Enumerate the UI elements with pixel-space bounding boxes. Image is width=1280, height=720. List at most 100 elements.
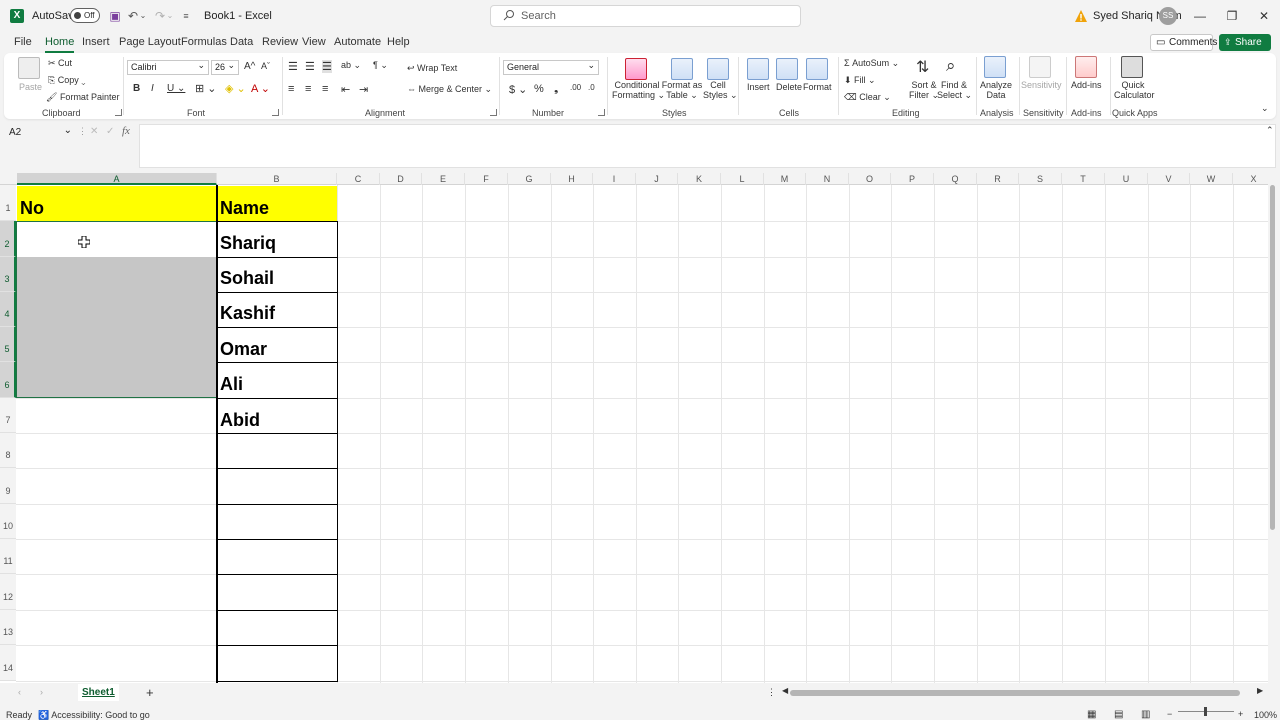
align-middle-icon[interactable]: ☰: [305, 60, 315, 73]
redo-dropdown-icon[interactable]: ⌄: [166, 8, 174, 24]
copy-button[interactable]: ⎘ Copy ⌄: [48, 75, 85, 86]
column-header-u[interactable]: U: [1105, 173, 1148, 185]
quick-calculator-button[interactable]: Quick Calculator: [1114, 80, 1155, 100]
save-icon[interactable]: ▣: [107, 8, 123, 24]
find-select-button[interactable]: Find & Select ⌄: [937, 80, 972, 101]
align-center-icon[interactable]: ≡: [305, 83, 311, 95]
insert-cells-icon[interactable]: [747, 58, 769, 80]
format-cells-icon[interactable]: [806, 58, 828, 80]
zoom-in-icon[interactable]: +: [1238, 706, 1243, 720]
column-header-f[interactable]: F: [465, 173, 508, 185]
column-header-l[interactable]: L: [721, 173, 764, 185]
ribbon-collapse-icon[interactable]: ⌄: [1261, 103, 1269, 114]
page-layout-view-icon[interactable]: ▤: [1114, 706, 1123, 720]
tab-file[interactable]: File: [14, 36, 32, 48]
column-header-i[interactable]: I: [593, 173, 636, 185]
insert-cells-button[interactable]: Insert: [747, 82, 770, 92]
column-header-c[interactable]: C: [337, 173, 380, 185]
column-header-q[interactable]: Q: [934, 173, 977, 185]
clear-button[interactable]: ⌫ Clear ⌄: [844, 92, 891, 103]
font-size-select[interactable]: 26: [211, 59, 239, 75]
format-cells-button[interactable]: Format: [803, 82, 832, 92]
row-header-7[interactable]: 7: [0, 398, 16, 433]
page-break-view-icon[interactable]: ▥: [1141, 706, 1150, 720]
column-header-b[interactable]: B: [217, 173, 337, 185]
column-header-x[interactable]: X: [1233, 173, 1268, 185]
increase-font-icon[interactable]: A^: [244, 61, 255, 72]
column-header-h[interactable]: H: [551, 173, 593, 185]
zoom-out-icon[interactable]: −: [1167, 706, 1172, 720]
italic-icon[interactable]: I: [151, 83, 154, 94]
increase-indent-icon[interactable]: ⇥: [359, 83, 368, 96]
decrease-indent-icon[interactable]: ⇤: [341, 83, 350, 96]
column-header-d[interactable]: D: [380, 173, 422, 185]
row-header-8[interactable]: 8: [0, 433, 16, 468]
horizontal-scrollbar[interactable]: [790, 690, 1240, 696]
column-header-n[interactable]: N: [806, 173, 849, 185]
font-color-icon[interactable]: A ⌄: [251, 82, 270, 95]
cell-b2[interactable]: Shariq: [217, 226, 276, 260]
analyze-data-button[interactable]: Analyze Data: [980, 80, 1012, 100]
format-painter-button[interactable]: 🖌 Format Painter: [46, 92, 119, 103]
tab-page-layout[interactable]: Page Layout: [119, 36, 181, 48]
row-header-2[interactable]: 2: [0, 221, 16, 257]
next-sheet-icon[interactable]: ›: [40, 687, 43, 697]
column-header-s[interactable]: S: [1019, 173, 1062, 185]
row-header-6[interactable]: 6: [0, 362, 16, 398]
fill-button[interactable]: ⬇ Fill ⌄: [844, 75, 876, 86]
conditional-formatting-icon[interactable]: [625, 58, 647, 80]
analyze-data-icon[interactable]: [984, 56, 1006, 78]
scroll-right-icon[interactable]: ▶: [1257, 686, 1263, 695]
minimize-icon[interactable]: —: [1190, 6, 1210, 26]
decrease-font-icon[interactable]: Aˇ: [261, 61, 270, 71]
add-ins-icon[interactable]: [1075, 56, 1097, 78]
scroll-left-icon[interactable]: ◀: [782, 686, 788, 695]
customize-toolbar-icon[interactable]: ≡: [178, 8, 194, 24]
tab-help[interactable]: Help: [387, 36, 410, 48]
format-as-table-button[interactable]: Format as Table ⌄: [661, 80, 703, 101]
column-header-j[interactable]: J: [636, 173, 678, 185]
vertical-scrollbar[interactable]: [1270, 185, 1275, 530]
bold-icon[interactable]: B: [133, 83, 140, 94]
splitter-icon[interactable]: ⋮: [767, 687, 776, 698]
sort-filter-button[interactable]: Sort & Filter ⌄: [908, 80, 940, 101]
conditional-formatting-button[interactable]: Conditional Formatting ⌄: [612, 80, 665, 101]
align-top-icon[interactable]: ☰: [288, 60, 298, 73]
warning-icon[interactable]: [1074, 9, 1088, 23]
row-header-4[interactable]: 4: [0, 292, 16, 327]
row-header-12[interactable]: 12: [0, 574, 16, 610]
share-button[interactable]: Share: [1219, 34, 1271, 51]
calculator-icon[interactable]: [1121, 56, 1143, 78]
paste-icon[interactable]: [18, 57, 40, 79]
number-format-select[interactable]: General: [503, 59, 599, 75]
rtl-icon[interactable]: ¶ ⌄: [373, 60, 388, 71]
cell-b4[interactable]: Kashif: [217, 296, 275, 330]
column-header-o[interactable]: O: [849, 173, 891, 185]
tab-home[interactable]: Home: [45, 36, 75, 53]
cell-b1[interactable]: Name: [217, 191, 269, 225]
column-header-a[interactable]: A: [17, 173, 217, 185]
cell-b7[interactable]: Abid: [217, 403, 260, 437]
merge-center-button[interactable]: ⇔ Merge & Center ⌄: [407, 84, 492, 95]
alignment-launcher-icon[interactable]: [490, 109, 497, 116]
column-header-e[interactable]: E: [422, 173, 465, 185]
tab-automate[interactable]: Automate: [334, 36, 381, 48]
cell-styles-icon[interactable]: [707, 58, 729, 80]
close-icon[interactable]: ✕: [1254, 6, 1274, 26]
align-right-icon[interactable]: ≡: [322, 83, 328, 95]
tab-data[interactable]: Data: [230, 36, 253, 48]
tab-review[interactable]: Review: [262, 36, 298, 48]
column-header-m[interactable]: M: [764, 173, 806, 185]
row-header-14[interactable]: 14: [0, 645, 16, 681]
fill-color-icon[interactable]: ◈ ⌄: [225, 82, 246, 95]
clipboard-launcher-icon[interactable]: [115, 109, 122, 116]
underline-icon[interactable]: U ⌄: [167, 83, 185, 94]
font-name-select[interactable]: Calibri: [127, 59, 209, 75]
column-header-t[interactable]: T: [1062, 173, 1105, 185]
column-header-w[interactable]: W: [1190, 173, 1233, 185]
zoom-slider-thumb[interactable]: [1204, 707, 1207, 716]
font-launcher-icon[interactable]: [272, 109, 279, 116]
sheet-tab-sheet1[interactable]: Sheet1: [78, 684, 119, 701]
decrease-decimal-icon[interactable]: .0: [588, 83, 595, 92]
add-sheet-icon[interactable]: +: [146, 685, 154, 700]
